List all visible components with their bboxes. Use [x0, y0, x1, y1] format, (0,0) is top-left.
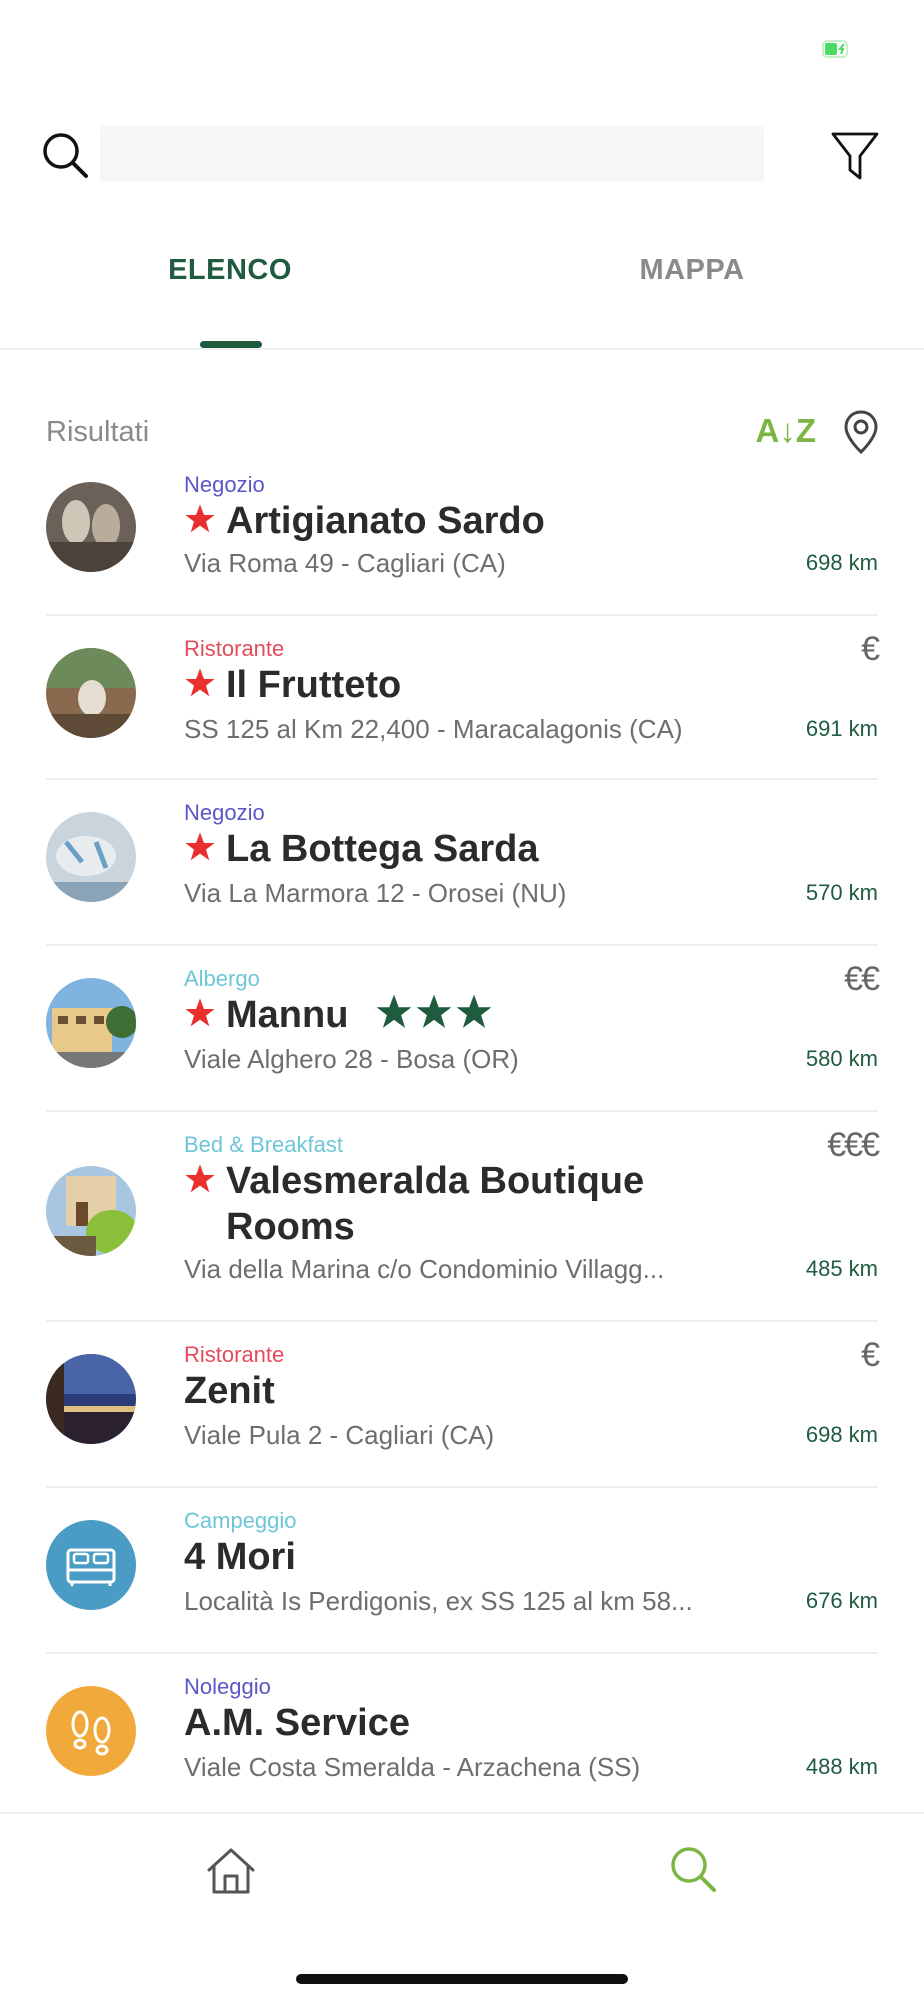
tab-elenco[interactable]: ELENCO [80, 254, 380, 287]
item-category: Ristorante [184, 636, 285, 661]
item-thumbnail [46, 648, 136, 738]
item-category: Ristorante [184, 1342, 285, 1367]
list-item[interactable]: Negozio La Bottega Sarda Via La Marmora … [46, 778, 878, 946]
item-title: Valesmeralda Boutique Rooms [184, 1158, 644, 1250]
item-thumbnail [46, 1166, 136, 1256]
item-price: €€€ [827, 1126, 880, 1164]
item-address: Via della Marina c/o Condominio Villagg.… [184, 1254, 665, 1284]
item-distance: 676 km [805, 1588, 878, 1613]
item-title-text-line2: Rooms [226, 1206, 355, 1248]
rating-star-icon [416, 994, 452, 1028]
item-thumbnail [46, 812, 136, 902]
home-icon[interactable] [205, 1846, 257, 1896]
item-category: Campeggio [184, 1508, 297, 1533]
item-distance: 698 km [805, 1422, 878, 1447]
item-category: Negozio [184, 472, 265, 497]
tab-bar: ELENCO MAPPA [0, 230, 924, 350]
item-price: € [861, 630, 880, 668]
item-price: € [861, 1336, 880, 1374]
item-thumbnail [46, 978, 136, 1068]
home-indicator [296, 1974, 628, 1984]
bottom-nav [0, 1812, 924, 2002]
nav-search-icon[interactable] [668, 1844, 718, 1894]
item-thumbnail [46, 1686, 136, 1776]
list-item[interactable]: Campeggio 4 Mori Località Is Perdigonis,… [46, 1486, 878, 1654]
item-title-text: Mannu [226, 994, 349, 1036]
featured-star-icon [185, 504, 215, 533]
hotel-rating [373, 994, 493, 1036]
search-input[interactable] [100, 126, 764, 182]
item-thumbnail [46, 482, 136, 572]
featured-star-icon [185, 668, 215, 697]
item-title-text: La Bottega Sarda [226, 828, 539, 870]
search-icon[interactable] [40, 130, 90, 180]
item-thumbnail [46, 1354, 136, 1444]
list-item[interactable]: Negozio Artigianato Sardo Via Roma 49 - … [46, 460, 878, 616]
results-header: Risultati A↓Z [46, 408, 878, 458]
item-address: Via La Marmora 12 - Orosei (NU) [184, 878, 567, 908]
location-pin-icon[interactable] [844, 410, 878, 454]
item-address: Viale Costa Smeralda - Arzachena (SS) [184, 1752, 641, 1782]
featured-star-icon [185, 998, 215, 1027]
item-address: SS 125 al Km 22,400 - Maracalagonis (CA) [184, 714, 683, 744]
item-category: Albergo [184, 966, 260, 991]
item-title-text: A.M. Service [184, 1702, 410, 1744]
item-title-text: Zenit [184, 1370, 275, 1412]
item-address: Via Roma 49 - Cagliari (CA) [184, 548, 506, 578]
featured-star-icon [185, 832, 215, 861]
item-distance: 570 km [805, 880, 878, 905]
item-address: Viale Alghero 28 - Bosa (OR) [184, 1044, 519, 1074]
list-item[interactable]: Ristorante € Zenit Viale Pula 2 - Caglia… [46, 1320, 880, 1488]
rating-star-icon [456, 994, 492, 1028]
filter-icon[interactable] [830, 130, 880, 182]
status-bar [0, 0, 924, 100]
item-address: Viale Pula 2 - Cagliari (CA) [184, 1420, 495, 1450]
results-label: Risultati [46, 416, 150, 448]
item-distance: 691 km [805, 716, 878, 741]
item-category: Noleggio [184, 1674, 271, 1699]
featured-star-icon [185, 1164, 215, 1193]
list-item[interactable]: Bed & Breakfast €€€ Valesmeralda Boutiqu… [46, 1110, 880, 1322]
item-thumbnail [46, 1520, 136, 1610]
item-category: Negozio [184, 800, 265, 825]
tab-mappa[interactable]: MAPPA [542, 254, 842, 287]
item-distance: 485 km [805, 1256, 878, 1281]
list-item[interactable]: Ristorante € Il Frutteto SS 125 al Km 22… [46, 614, 880, 780]
rating-star-icon [376, 994, 412, 1028]
footprints-icon [71, 1710, 111, 1756]
item-title: Il Frutteto [184, 662, 401, 708]
search-bar [0, 112, 924, 202]
active-tab-indicator [200, 341, 262, 348]
bed-icon [66, 1548, 116, 1586]
item-title: Artigianato Sardo [184, 498, 545, 544]
item-address: Località Is Perdigonis, ex SS 125 al km … [184, 1586, 693, 1616]
item-distance: 698 km [805, 550, 878, 575]
item-distance: 580 km [805, 1046, 878, 1071]
item-title: 4 Mori [184, 1534, 296, 1580]
item-category: Bed & Breakfast [184, 1132, 343, 1157]
item-title-text: Artigianato Sardo [226, 500, 545, 542]
item-title: A.M. Service [184, 1700, 410, 1746]
item-title: Zenit [184, 1368, 275, 1414]
list-item[interactable]: Albergo €€ Mannu Viale Alghero 28 - Bosa… [46, 944, 880, 1112]
sort-az-button[interactable]: A↓Z [756, 412, 817, 450]
item-title: La Bottega Sarda [184, 826, 539, 872]
battery-icon [822, 40, 848, 58]
item-title: Mannu [184, 992, 493, 1038]
item-distance: 488 km [805, 1754, 878, 1779]
item-title-text: Valesmeralda Boutique [226, 1160, 645, 1202]
item-price: €€ [844, 960, 880, 998]
item-title-text: Il Frutteto [226, 664, 402, 706]
item-title-text: 4 Mori [184, 1536, 296, 1578]
list-item[interactable]: Noleggio A.M. Service Viale Costa Smeral… [46, 1652, 878, 1812]
